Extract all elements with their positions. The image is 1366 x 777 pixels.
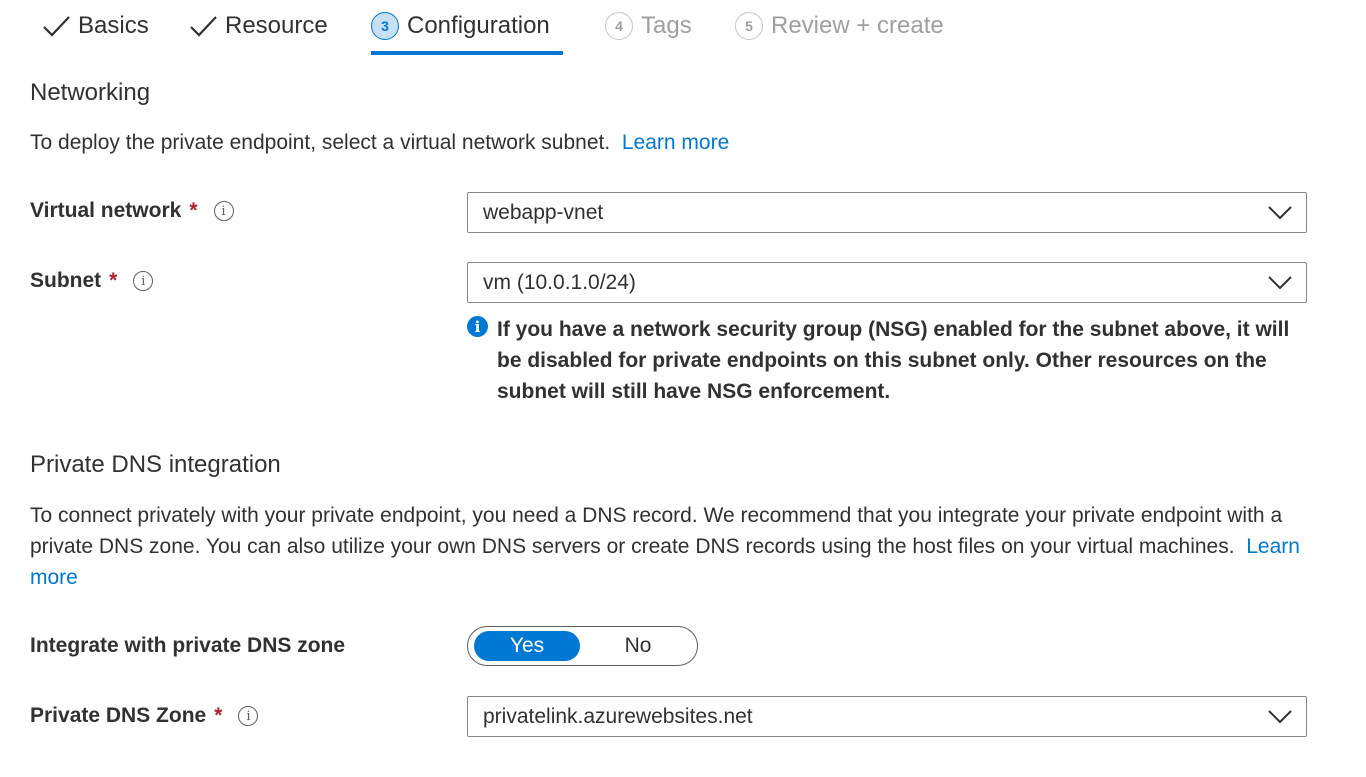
integrate-dns-toggle[interactable]: Yes No xyxy=(467,626,698,666)
info-icon[interactable]: i xyxy=(238,706,259,726)
step-number: 4 xyxy=(605,12,633,40)
integrate-dns-label-text: Integrate with private DNS zone xyxy=(30,634,346,657)
networking-description-text: To deploy the private endpoint, select a… xyxy=(30,131,611,154)
tab-label: Resource xyxy=(225,12,328,39)
info-icon: i xyxy=(467,316,488,337)
tab-configuration[interactable]: 3 Configuration xyxy=(371,0,550,52)
integrate-dns-label: Integrate with private DNS zone xyxy=(30,634,345,658)
tab-label: Configuration xyxy=(407,12,550,39)
chevron-down-icon xyxy=(1268,206,1292,220)
toggle-yes-option[interactable]: Yes xyxy=(474,631,580,661)
subnet-dropdown[interactable]: vm (10.0.1.0/24) xyxy=(467,262,1307,303)
dns-heading: Private DNS integration xyxy=(30,451,281,478)
tab-tags[interactable]: 4 Tags xyxy=(605,0,692,52)
tab-label: Basics xyxy=(78,12,149,39)
virtual-network-label-text: Virtual network xyxy=(30,199,182,222)
toggle-no-option[interactable]: No xyxy=(585,631,691,661)
private-dns-zone-label-text: Private DNS Zone xyxy=(30,704,207,727)
networking-heading: Networking xyxy=(30,79,151,106)
required-marker: * xyxy=(109,269,118,292)
tab-resource[interactable]: Resource xyxy=(187,0,328,52)
tab-label: Review + create xyxy=(771,12,944,39)
dns-description-text: To connect privately with your private e… xyxy=(30,504,1283,558)
subnet-label: Subnet * i xyxy=(30,269,154,293)
virtual-network-label: Virtual network * i xyxy=(30,199,234,223)
active-tab-indicator xyxy=(371,51,563,55)
checkmark-icon xyxy=(190,16,217,37)
tab-review-create[interactable]: 5 Review + create xyxy=(735,0,944,52)
private-dns-zone-dropdown[interactable]: privatelink.azurewebsites.net xyxy=(467,696,1307,737)
virtual-network-value: webapp-vnet xyxy=(483,200,604,224)
nsg-info-message: i If you have a network security group (… xyxy=(467,314,1307,407)
virtual-network-dropdown[interactable]: webapp-vnet xyxy=(467,192,1307,233)
step-number: 3 xyxy=(371,12,399,40)
subnet-value: vm (10.0.1.0/24) xyxy=(483,270,636,294)
required-marker: * xyxy=(214,704,223,727)
dns-description: To connect privately with your private e… xyxy=(30,500,1320,593)
required-marker: * xyxy=(189,199,198,222)
step-number: 5 xyxy=(735,12,763,40)
chevron-down-icon xyxy=(1268,276,1292,290)
chevron-down-icon xyxy=(1268,710,1292,724)
wizard-tabs: Basics Resource 3 Configuration 4 Tags 5… xyxy=(0,0,1366,56)
info-icon[interactable]: i xyxy=(213,201,234,221)
info-icon[interactable]: i xyxy=(133,271,154,291)
networking-learn-more-link[interactable]: Learn more xyxy=(622,131,729,154)
checkmark-icon xyxy=(43,16,70,37)
private-dns-zone-value: privatelink.azurewebsites.net xyxy=(483,704,753,728)
subnet-label-text: Subnet xyxy=(30,269,102,292)
private-dns-zone-label: Private DNS Zone * i xyxy=(30,704,259,728)
nsg-info-text: If you have a network security group (NS… xyxy=(497,318,1290,403)
tab-basics[interactable]: Basics xyxy=(40,0,149,52)
tab-label: Tags xyxy=(641,12,692,39)
networking-description: To deploy the private endpoint, select a… xyxy=(30,127,729,158)
